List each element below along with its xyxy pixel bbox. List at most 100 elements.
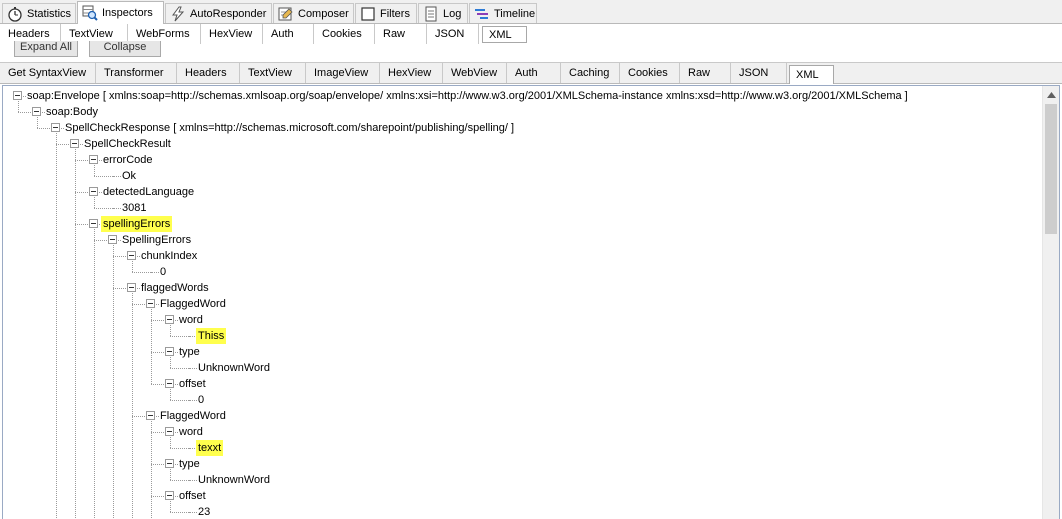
collapse-toggle-icon[interactable]: [165, 379, 174, 388]
response-tab-xml[interactable]: XML: [789, 65, 834, 84]
request-tab-json[interactable]: JSON: [427, 24, 479, 44]
collapse-button[interactable]: Collapse: [89, 41, 161, 57]
tab-statistics[interactable]: Statistics: [2, 3, 76, 24]
collapse-toggle-icon[interactable]: [89, 219, 98, 228]
tree-connector: [37, 117, 38, 128]
tree-connector: [56, 133, 57, 519]
tab-label: Inspectors: [102, 7, 153, 19]
tree-connector: [170, 501, 171, 512]
tree-node-label: Ok: [122, 170, 137, 182]
tab-label: Log: [443, 8, 462, 20]
tree-connector: [170, 512, 189, 513]
collapse-toggle-icon[interactable]: [51, 123, 60, 132]
tree-node-label: Thiss: [196, 328, 227, 344]
tab-inspectors[interactable]: Inspectors: [77, 1, 164, 24]
request-tab-auth[interactable]: Auth: [263, 24, 314, 44]
tree-connector: [151, 309, 152, 384]
tree-node-label: spellingErrors: [101, 216, 173, 232]
tree-node-label: 0: [198, 394, 205, 406]
tree-connector: [75, 149, 76, 519]
tree-node-label: texxt: [196, 440, 224, 456]
request-tab-hexview[interactable]: HexView: [201, 24, 263, 44]
request-tab-raw[interactable]: Raw: [375, 24, 427, 44]
request-inspector-bar: Headers TextView WebForms HexView Auth C…: [0, 24, 1062, 62]
tree-connector: [170, 400, 189, 401]
tree-node-label: SpellCheckResult: [84, 138, 171, 150]
collapse-toggle-icon[interactable]: [127, 251, 136, 260]
tree-connector: [170, 336, 189, 337]
response-tab-imageview[interactable]: ImageView: [306, 63, 380, 83]
tree-connector: [94, 208, 113, 209]
tree-node-label: 0: [160, 266, 167, 278]
tree-node-label: UnknownWord: [198, 474, 270, 486]
response-tab-strip: Get SyntaxView Transformer Headers TextV…: [0, 62, 1062, 84]
tab-label: Filters: [380, 8, 410, 20]
request-tab-xml[interactable]: XML: [482, 26, 527, 43]
collapse-toggle-icon[interactable]: [165, 459, 174, 468]
tab-timeline[interactable]: Timeline: [469, 3, 537, 24]
tab-label: Timeline: [494, 8, 536, 20]
response-tab-cookies[interactable]: Cookies: [620, 63, 680, 83]
tree-node-label: UnknownWord: [198, 362, 270, 374]
response-tab-auth[interactable]: Auth: [507, 63, 561, 83]
expand-all-button[interactable]: Expand All: [14, 41, 78, 57]
tree-connector: [132, 272, 151, 273]
scroll-up-arrow-icon[interactable]: [1043, 86, 1059, 103]
expand-all-label: Expand All: [20, 41, 72, 53]
tree-connector: [94, 229, 95, 519]
tab-label: Composer: [298, 8, 349, 20]
tab-label: AutoResponder: [190, 8, 267, 20]
collapse-toggle-icon[interactable]: [70, 139, 79, 148]
response-tab-headers[interactable]: Headers: [177, 63, 240, 83]
tab-composer[interactable]: Composer: [273, 3, 354, 24]
collapse-toggle-icon[interactable]: [89, 187, 98, 196]
collapse-toggle-icon[interactable]: [89, 155, 98, 164]
request-tab-cookies[interactable]: Cookies: [314, 24, 375, 44]
response-tab-hexview[interactable]: HexView: [380, 63, 443, 83]
response-tab-caching[interactable]: Caching: [561, 63, 620, 83]
tree-node-label: flaggedWords: [141, 282, 209, 294]
tree-node-label: word: [179, 314, 203, 326]
collapse-toggle-icon[interactable]: [165, 315, 174, 324]
lightning-icon: [170, 6, 186, 22]
tab-autoresponder[interactable]: AutoResponder: [165, 3, 272, 24]
tab-log[interactable]: Log: [418, 3, 468, 24]
collapse-toggle-icon[interactable]: [127, 283, 136, 292]
edit-form-icon: [278, 6, 294, 22]
tree-node-label: type: [179, 346, 200, 358]
collapse-toggle-icon[interactable]: [32, 107, 41, 116]
tree-connector: [170, 389, 171, 400]
timeline-bars-icon: [474, 6, 490, 22]
collapse-toggle-icon[interactable]: [13, 91, 22, 100]
magnifier-grid-icon: [82, 5, 98, 21]
tree-node-label: 23: [198, 506, 211, 518]
response-tab-raw[interactable]: Raw: [680, 63, 731, 83]
response-tab-get-syntaxview[interactable]: Get SyntaxView: [0, 63, 96, 83]
response-tab-webview[interactable]: WebView: [443, 63, 507, 83]
tree-connector: [113, 245, 114, 519]
tree-node-label: 3081: [122, 202, 147, 214]
collapse-toggle-icon[interactable]: [165, 491, 174, 500]
vertical-scrollbar[interactable]: [1042, 86, 1059, 519]
response-tab-textview[interactable]: TextView: [240, 63, 306, 83]
collapse-toggle-icon[interactable]: [165, 427, 174, 436]
collapse-toggle-icon[interactable]: [146, 299, 155, 308]
tree-connector: [170, 368, 189, 369]
tree-connector: [132, 293, 133, 519]
collapse-toggle-icon[interactable]: [146, 411, 155, 420]
tree-node-label: errorCode: [103, 154, 153, 166]
tree-node-label: word: [179, 426, 203, 438]
xml-tree-view[interactable]: soap:Envelope [ xmlns:soap=http://schema…: [2, 85, 1060, 519]
tree-node-label: offset: [179, 490, 206, 502]
response-tab-json[interactable]: JSON: [731, 63, 787, 83]
tab-label: Statistics: [27, 8, 72, 20]
tree-node-label: FlaggedWord: [160, 298, 226, 310]
collapse-toggle-icon[interactable]: [165, 347, 174, 356]
response-tab-transformer[interactable]: Transformer: [96, 63, 177, 83]
collapse-label: Collapse: [103, 41, 147, 53]
tab-filters[interactable]: Filters: [355, 3, 417, 24]
collapse-toggle-icon[interactable]: [108, 235, 117, 244]
scrollbar-thumb[interactable]: [1045, 104, 1057, 234]
tree-node-label: chunkIndex: [141, 250, 198, 262]
tree-node-label: offset: [179, 378, 206, 390]
